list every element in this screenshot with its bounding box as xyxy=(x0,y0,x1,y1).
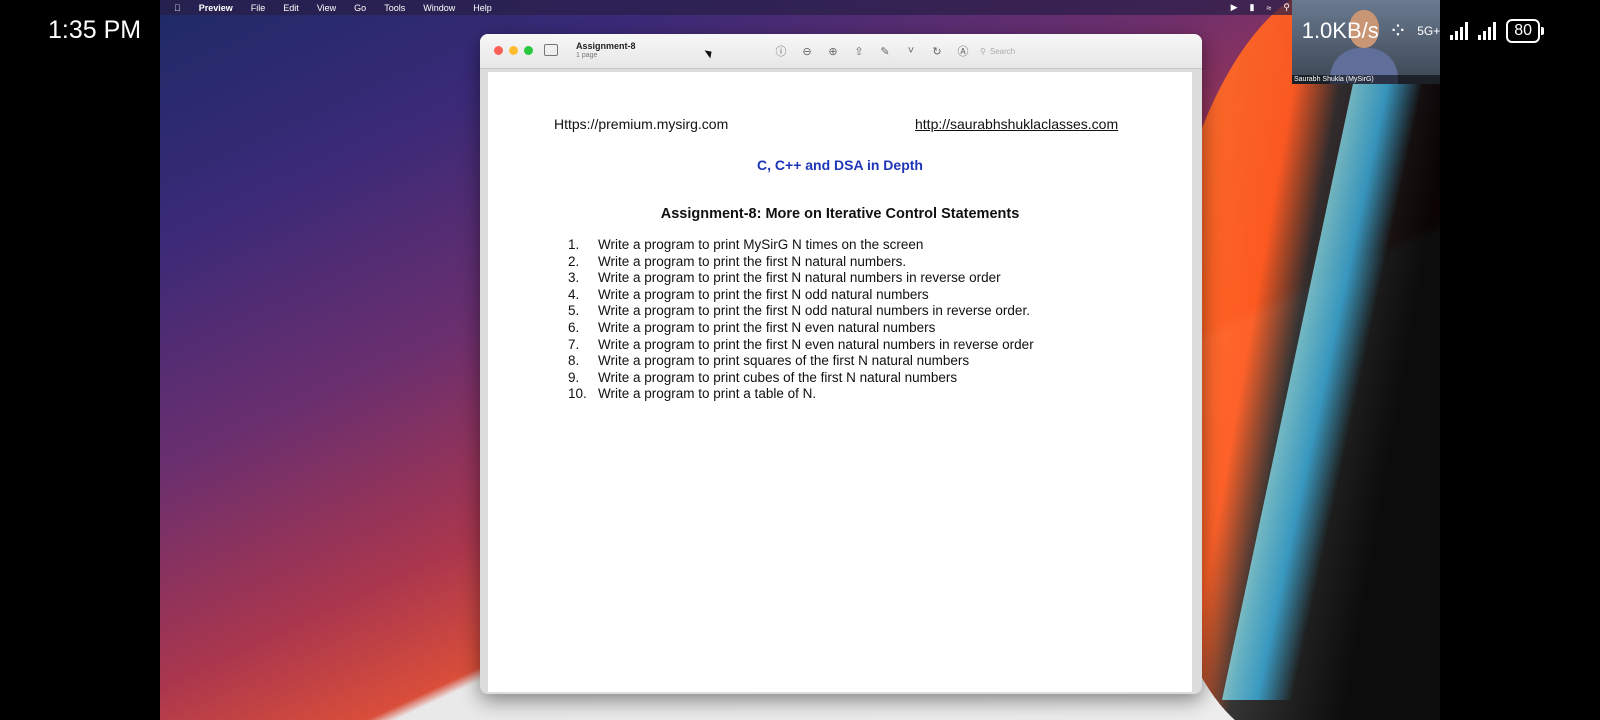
question-text: Write a program to print the first N eve… xyxy=(598,319,936,335)
annotate-icon[interactable]: Ⓐ xyxy=(956,43,970,59)
zoom-out-icon[interactable]: ⊖ xyxy=(800,45,814,58)
menu-file[interactable]: File xyxy=(251,3,266,13)
net-speed: 1.0KB/s xyxy=(1301,18,1379,43)
battery-menubar-icon[interactable]: ▮ xyxy=(1250,2,1255,13)
phone-clock: 1:35 PM xyxy=(48,16,142,44)
question-text: Write a program to print cubes of the fi… xyxy=(598,369,958,385)
list-item: 5. Write a program to print the first N o… xyxy=(568,303,1034,320)
wifi-icon[interactable]: ≈ xyxy=(1266,3,1271,13)
window-titlebar[interactable]: Assignment-8 1 page ⓘ ⊖ ⊕ ⇧ ✎ ˅ ↻ Ⓐ ⚲ Se… xyxy=(480,34,1202,69)
question-text: Write a program to print MySirG N times … xyxy=(598,237,924,252)
list-item: 7. Write a program to print the first N e… xyxy=(568,337,1034,354)
bluetooth-icon: ⁘ xyxy=(1388,18,1408,43)
apple-icon[interactable]:  xyxy=(174,3,181,13)
search-field[interactable]: ⚲ Search xyxy=(980,43,1180,59)
list-item: 10. Write a program to print a table of N… xyxy=(568,386,1034,403)
question-number: 3. xyxy=(568,270,580,286)
network-type: 5G+ xyxy=(1417,24,1441,38)
assignment-title: Assignment-8: More on Iterative Control … xyxy=(660,206,1020,222)
share-icon[interactable]: ⇧ xyxy=(852,45,866,58)
maximize-button[interactable] xyxy=(524,46,533,55)
list-item: 9. Write a program to print cubes of the … xyxy=(568,370,1034,387)
play-icon[interactable]: ▶ xyxy=(1231,2,1238,13)
question-number: 2. xyxy=(568,253,580,269)
chevron-down-icon[interactable]: ˅ xyxy=(904,45,918,57)
question-number: 10. xyxy=(568,386,587,402)
window-title: Assignment-8 xyxy=(576,41,636,51)
course-title: C, C++ and DSA in Depth xyxy=(757,157,923,173)
menu-app-name[interactable]: Preview xyxy=(199,3,233,13)
list-item: 6. Write a program to print the first N e… xyxy=(568,320,1034,337)
window-subtitle: 1 page xyxy=(576,52,598,59)
question-text: Write a program to print a table of N. xyxy=(598,386,817,402)
menu-go[interactable]: Go xyxy=(354,3,366,13)
menu-window[interactable]: Window xyxy=(423,3,455,13)
question-text: Write a program to print the first N nat… xyxy=(598,270,1001,286)
minimize-button[interactable] xyxy=(509,46,518,55)
search-placeholder: Search xyxy=(989,46,1016,56)
menu-view[interactable]: View xyxy=(317,3,336,13)
presenter-caption: Saurabh Shukla (MySirG) xyxy=(1292,75,1440,84)
phone-status-right: 1.0KB/s ⁘ 5G+ 80 xyxy=(1301,18,1544,44)
question-number: 6. xyxy=(568,319,580,335)
list-item: 4. Write a program to print the first N o… xyxy=(568,287,1034,304)
question-number: 8. xyxy=(568,353,580,369)
question-number: 4. xyxy=(568,286,580,302)
question-text: Write a program to print squares of the … xyxy=(598,353,970,369)
question-text: Write a program to print the first N nat… xyxy=(598,253,907,269)
toolbar: ⓘ ⊖ ⊕ ⇧ ✎ ˅ ↻ Ⓐ xyxy=(774,43,970,59)
url-left[interactable]: Https://premium.mysirg.com xyxy=(554,116,728,132)
signal-icon-2 xyxy=(1478,22,1497,40)
signal-icon xyxy=(1450,22,1469,40)
markup-pen-icon[interactable]: ✎ xyxy=(878,45,892,58)
list-item: 8. Write a program to print squares of th… xyxy=(568,353,1034,370)
menu-edit[interactable]: Edit xyxy=(283,3,299,13)
sidebar-toggle-icon[interactable] xyxy=(544,44,558,56)
question-text: Write a program to print the first N eve… xyxy=(598,336,1034,352)
rotate-icon[interactable]: ↻ xyxy=(930,45,944,58)
battery-icon: 80 xyxy=(1506,19,1544,43)
document-page: Https://premium.mysirg.com http://saurab… xyxy=(488,72,1192,692)
spotlight-icon[interactable]: ⚲ xyxy=(1283,2,1290,13)
menu-tools[interactable]: Tools xyxy=(384,3,405,13)
question-list: 1. Write a program to print MySirG N time… xyxy=(568,237,1034,403)
list-item: 2. Write a program to print the first N n… xyxy=(568,254,1034,271)
info-icon[interactable]: ⓘ xyxy=(774,43,788,59)
list-item: 1. Write a program to print MySirG N time… xyxy=(568,237,1034,254)
menu-help[interactable]: Help xyxy=(473,3,492,13)
question-number: 1. xyxy=(568,237,580,252)
question-text: Write a program to print the first N odd… xyxy=(598,303,1030,319)
url-right[interactable]: http://saurabhshuklaclasses.com xyxy=(915,116,1118,132)
list-item: 3. Write a program to print the first N n… xyxy=(568,270,1034,287)
zoom-in-icon[interactable]: ⊕ xyxy=(826,45,840,58)
preview-window: Assignment-8 1 page ⓘ ⊖ ⊕ ⇧ ✎ ˅ ↻ Ⓐ ⚲ Se… xyxy=(480,34,1202,694)
question-number: 7. xyxy=(568,336,580,352)
question-number: 9. xyxy=(568,369,580,385)
close-button[interactable] xyxy=(494,46,503,55)
question-number: 5. xyxy=(568,303,580,319)
question-text: Write a program to print the first N odd… xyxy=(598,286,929,302)
search-icon: ⚲ xyxy=(980,46,986,56)
mac-menubar:  Preview File Edit View Go Tools Window… xyxy=(160,0,1440,15)
